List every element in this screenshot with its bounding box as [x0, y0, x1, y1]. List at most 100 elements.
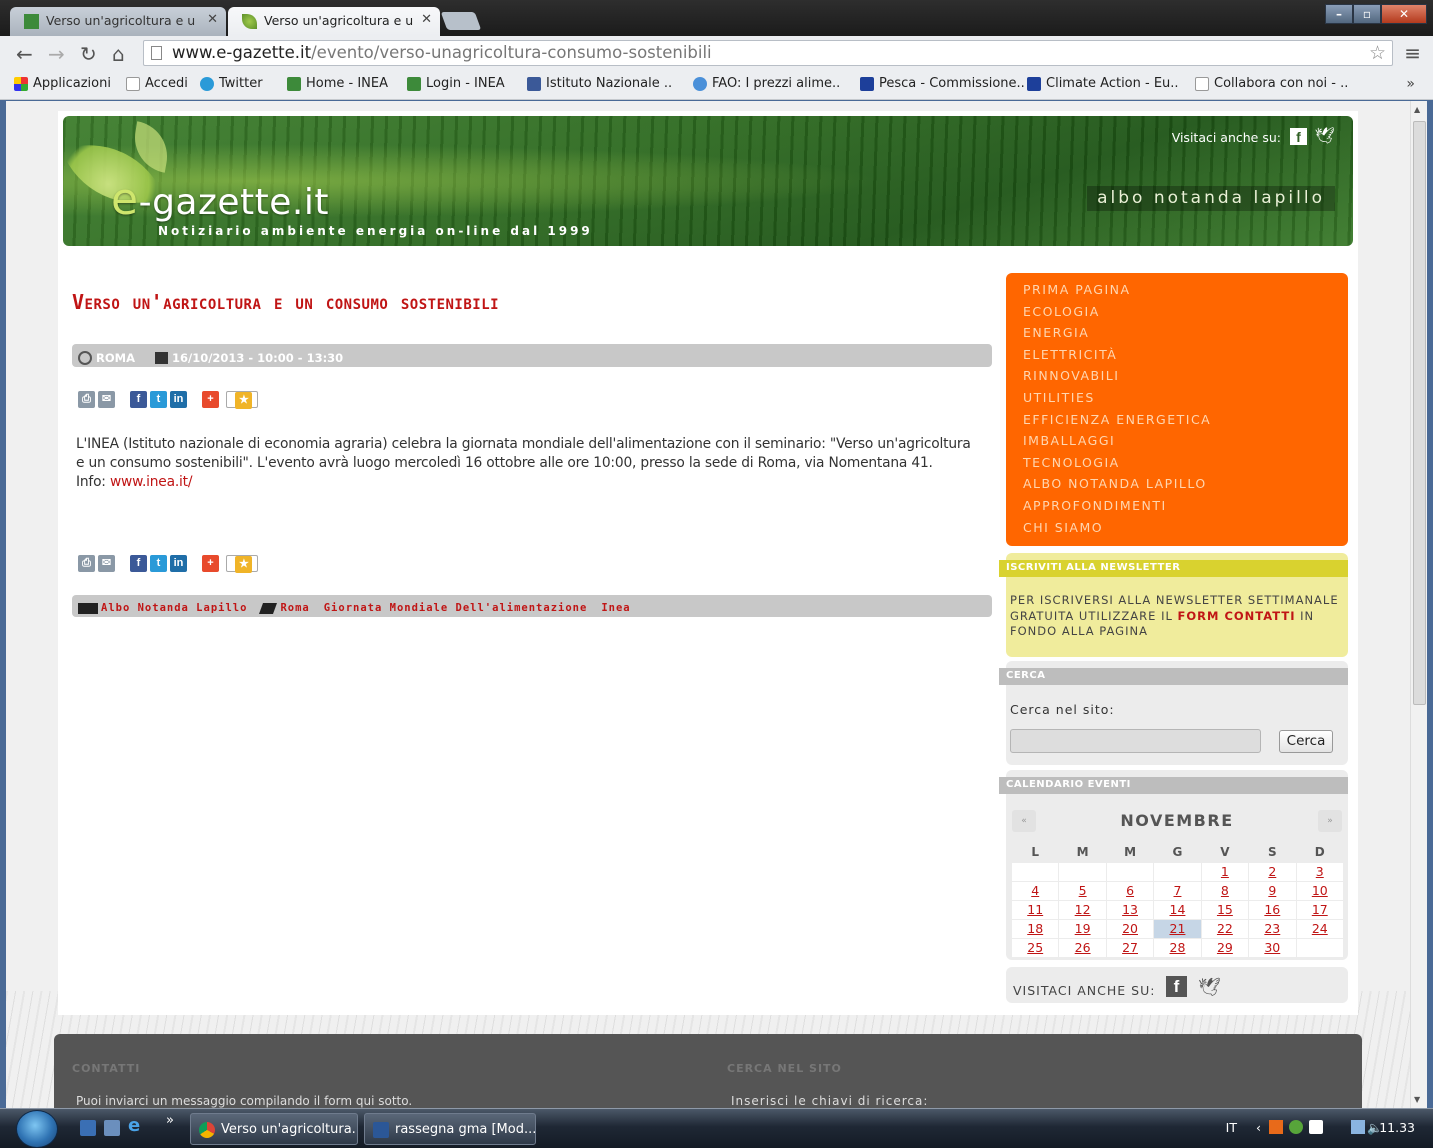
- tag-link[interactable]: Giornata Mondiale Dell'alimentazione: [324, 602, 588, 614]
- calendar-day-link[interactable]: 6: [1126, 883, 1134, 898]
- search-input[interactable]: [1010, 729, 1261, 753]
- calendar-day-link[interactable]: 24: [1312, 921, 1328, 936]
- print-icon[interactable]: ⎙: [78, 391, 95, 408]
- network-icon[interactable]: [1351, 1120, 1365, 1134]
- calendar-day-link[interactable]: 9: [1268, 883, 1276, 898]
- new-tab-button[interactable]: [440, 12, 482, 30]
- calendar-day-link[interactable]: 22: [1217, 921, 1233, 936]
- calendar-day[interactable]: 24: [1295, 918, 1345, 939]
- calendar-day[interactable]: 3: [1295, 861, 1345, 882]
- calendar-day[interactable]: 20: [1105, 918, 1155, 939]
- bookmark-fao[interactable]: FAO: I prezzi alime..: [693, 76, 840, 91]
- nav-item[interactable]: EFFICIENZA ENERGETICA: [1023, 412, 1348, 434]
- calendar-day-link[interactable]: 17: [1312, 902, 1328, 917]
- calendar-day[interactable]: 8: [1200, 880, 1250, 901]
- form-contatti-link[interactable]: FORM CONTATTI: [1178, 609, 1296, 623]
- calendar-day-link[interactable]: 26: [1075, 940, 1091, 955]
- tray-shield-icon[interactable]: [1309, 1120, 1323, 1134]
- print-icon[interactable]: ⎙: [78, 555, 95, 572]
- calendar-day[interactable]: 29: [1200, 937, 1250, 958]
- clock[interactable]: 11.33: [1379, 1120, 1415, 1135]
- site-logo[interactable]: e-gazette.it: [111, 174, 329, 225]
- calendar-day[interactable]: 2: [1248, 861, 1297, 882]
- nav-item[interactable]: ECOLOGIA: [1023, 304, 1348, 326]
- bookmark-home-inea[interactable]: Home - INEA: [287, 76, 388, 91]
- show-desktop-icon[interactable]: [80, 1120, 96, 1136]
- calendar-day[interactable]: 9: [1248, 880, 1297, 901]
- tray-app-icon[interactable]: [1289, 1120, 1303, 1134]
- scrollbar-thumb[interactable]: [1413, 121, 1426, 705]
- calendar-day-link[interactable]: 3: [1316, 864, 1324, 879]
- favorite-icon[interactable]: ★: [235, 392, 253, 409]
- bookmark-star-icon[interactable]: ☆: [1369, 42, 1386, 64]
- language-indicator[interactable]: IT: [1226, 1120, 1237, 1135]
- calendar-day-link[interactable]: 13: [1122, 902, 1138, 917]
- calendar-day-link[interactable]: 2: [1268, 864, 1276, 879]
- tab-close-icon[interactable]: ✕: [421, 12, 432, 27]
- calendar-day[interactable]: 7: [1153, 880, 1202, 901]
- tag-link[interactable]: Albo Notanda Lapillo: [101, 602, 247, 614]
- browser-tab-1[interactable]: Verso un'agricoltura e un ✕: [10, 7, 226, 36]
- calendar-prev-button[interactable]: «: [1012, 810, 1036, 832]
- nav-item[interactable]: PRIMA PAGINA: [1023, 282, 1348, 304]
- browser-tab-2[interactable]: Verso un'agricoltura e un ✕: [228, 7, 440, 36]
- calendar-day[interactable]: 23: [1248, 918, 1297, 939]
- calendar-day-link[interactable]: 28: [1170, 940, 1186, 955]
- tray-app-icon[interactable]: [1269, 1120, 1283, 1134]
- reload-icon[interactable]: ↻: [80, 42, 97, 66]
- bookmark-collabora[interactable]: Collabora con noi - ..: [1195, 76, 1348, 91]
- tag-link[interactable]: Inea: [601, 602, 630, 614]
- nav-item[interactable]: IMBALLAGGI: [1023, 433, 1348, 455]
- bookmark-climate[interactable]: Climate Action - Eu..: [1027, 76, 1179, 91]
- minimize-icon[interactable]: –: [1325, 4, 1353, 24]
- bookmark-istituto[interactable]: Istituto Nazionale ..: [527, 76, 672, 91]
- calendar-day[interactable]: 19: [1058, 918, 1107, 939]
- email-icon[interactable]: ✉: [98, 391, 115, 408]
- start-button-icon[interactable]: [16, 1110, 58, 1148]
- nav-item[interactable]: RINNOVABILI: [1023, 368, 1348, 390]
- calendar-day-link[interactable]: 27: [1122, 940, 1138, 955]
- facebook-icon[interactable]: f: [1166, 976, 1187, 997]
- bookmark-pesca[interactable]: Pesca - Commissione..: [860, 76, 1025, 91]
- back-arrow-icon[interactable]: ←: [16, 42, 33, 66]
- calendar-day-link[interactable]: 7: [1174, 883, 1182, 898]
- nav-item[interactable]: ELETTRICITÀ: [1023, 347, 1348, 369]
- calendar-day-link[interactable]: 5: [1079, 883, 1087, 898]
- nav-item[interactable]: UTILITIES: [1023, 390, 1348, 412]
- bookmarks-more-icon[interactable]: »: [1406, 76, 1415, 92]
- calendar-day[interactable]: 25: [1010, 937, 1060, 958]
- nav-item[interactable]: ENERGIA: [1023, 325, 1348, 347]
- calendar-day-link[interactable]: 29: [1217, 940, 1233, 955]
- calendar-day-link[interactable]: 23: [1264, 921, 1280, 936]
- calendar-day-link[interactable]: 30: [1264, 940, 1280, 955]
- calendar-day-link[interactable]: 25: [1027, 940, 1043, 955]
- calendar-day-link[interactable]: 10: [1312, 883, 1328, 898]
- addthis-plus-icon[interactable]: +: [202, 391, 219, 408]
- addthis-plus-icon[interactable]: +: [202, 555, 219, 572]
- tray-expand-icon[interactable]: ‹: [1256, 1120, 1261, 1135]
- calendar-day[interactable]: 13: [1105, 899, 1155, 920]
- search-button[interactable]: Cerca: [1279, 730, 1333, 753]
- favorite-icon[interactable]: ★: [235, 556, 253, 573]
- calendar-day-link[interactable]: 15: [1217, 902, 1233, 917]
- calendar-day[interactable]: 26: [1058, 937, 1107, 958]
- tab-close-icon[interactable]: ✕: [207, 12, 218, 27]
- nav-item[interactable]: ALBO NOTANDA LAPILLO: [1023, 476, 1348, 498]
- calendar-day-link[interactable]: 21: [1170, 921, 1186, 936]
- bookmark-twitter[interactable]: Twitter: [200, 76, 263, 91]
- bookmark-login-inea[interactable]: Login - INEA: [407, 76, 505, 91]
- calendar-day[interactable]: 4: [1010, 880, 1060, 901]
- menu-icon[interactable]: ≡: [1404, 41, 1421, 65]
- calendar-day[interactable]: 21: [1153, 918, 1202, 939]
- nav-item[interactable]: CHI SIAMO: [1023, 520, 1348, 542]
- calendar-day[interactable]: 17: [1295, 899, 1345, 920]
- nav-item[interactable]: APPROFONDIMENTI: [1023, 498, 1348, 520]
- facebook-share-icon[interactable]: f: [130, 555, 147, 572]
- calendar-day-link[interactable]: 8: [1221, 883, 1229, 898]
- facebook-icon[interactable]: f: [1290, 128, 1307, 145]
- home-icon[interactable]: ⌂: [112, 42, 125, 66]
- close-window-icon[interactable]: ✕: [1381, 4, 1427, 24]
- calendar-day[interactable]: 18: [1010, 918, 1060, 939]
- scroll-down-icon[interactable]: ▼: [1414, 1095, 1420, 1104]
- twitter-icon[interactable]: 🕊: [1198, 977, 1221, 998]
